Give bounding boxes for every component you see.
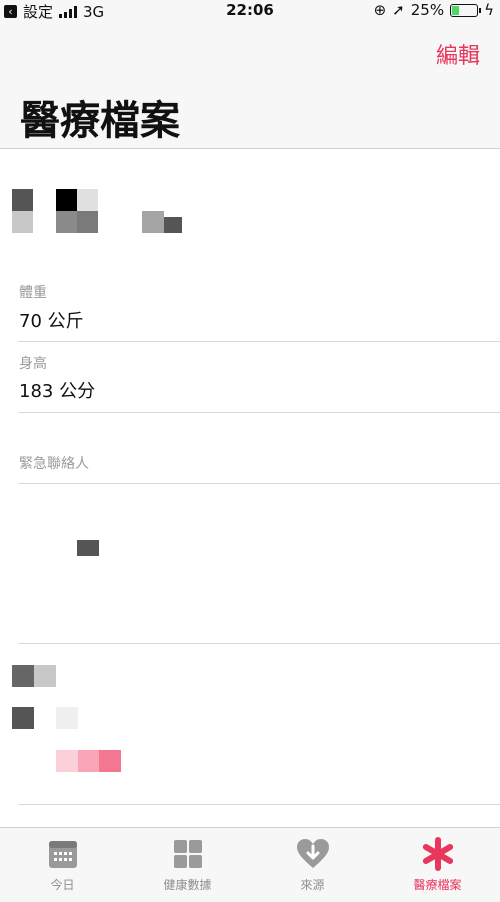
weight-value: 70 公斤 (19, 311, 84, 332)
tab-medical-id[interactable]: 醫療檔案 (375, 836, 500, 893)
divider (18, 804, 500, 805)
tab-health-data-label: 健康數據 (163, 878, 212, 892)
navigation-header: 編輯 醫療檔案 (0, 22, 500, 149)
tab-sources-label: 來源 (300, 878, 325, 892)
page-title: 醫療檔案 (20, 98, 180, 144)
height-label: 身高 (19, 356, 47, 372)
emergency-contact-label: 緊急聯絡人 (19, 456, 89, 472)
heart-download-icon (250, 836, 375, 872)
divider (18, 643, 500, 644)
redacted-contact (77, 540, 99, 556)
tab-today[interactable]: 今日 (0, 836, 125, 893)
tab-medical-id-label: 醫療檔案 (413, 878, 462, 892)
status-bar: ‹ 設定 3G 22:06 ⊕ ➚ 25% ϟ (0, 0, 500, 22)
battery-icon (450, 3, 482, 17)
tab-bar: 今日 健康數據 來源 醫療檔案 (0, 827, 500, 902)
calendar-icon (0, 836, 125, 872)
divider (18, 483, 500, 484)
tab-sources[interactable]: 來源 (250, 836, 375, 893)
grid-icon (125, 836, 250, 872)
divider (18, 412, 500, 413)
weight-label: 體重 (19, 285, 47, 301)
asterisk-icon (375, 836, 500, 872)
charging-icon: ϟ (484, 1, 494, 19)
location-icon: ➚ (392, 1, 405, 19)
battery-percent: 25% (410, 1, 445, 19)
tab-today-label: 今日 (50, 878, 75, 892)
height-value: 183 公分 (19, 381, 96, 402)
tab-health-data[interactable]: 健康數據 (125, 836, 250, 893)
orientation-lock-icon: ⊕ (373, 1, 387, 19)
edit-button[interactable]: 編輯 (436, 38, 480, 70)
divider (18, 341, 500, 342)
